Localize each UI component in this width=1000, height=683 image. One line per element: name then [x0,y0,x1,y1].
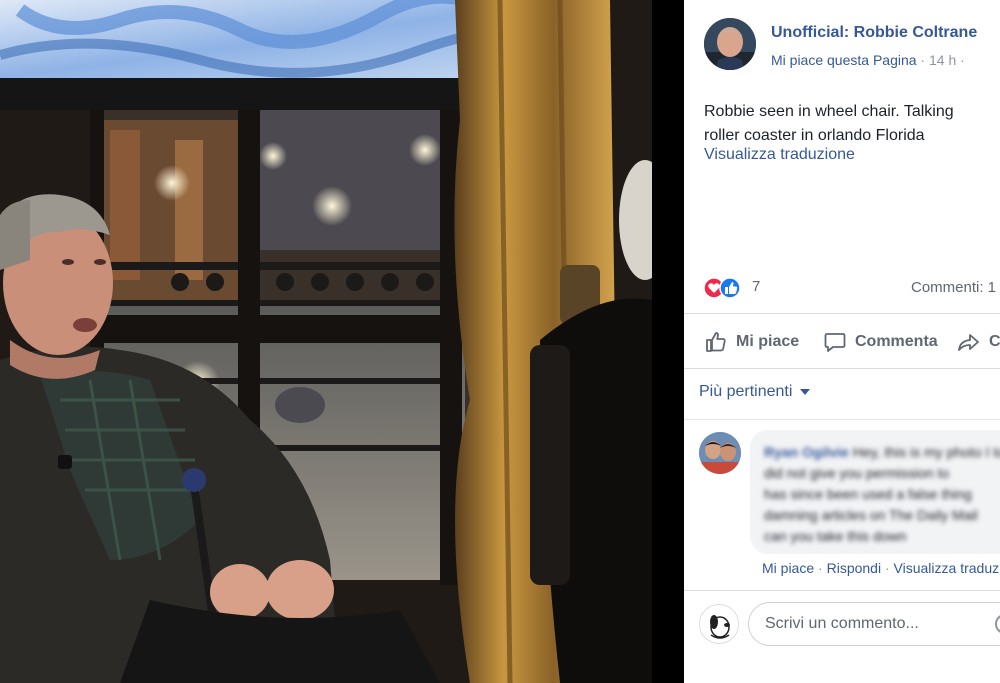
post-timestamp[interactable]: 14 h [929,52,956,68]
divider [684,368,1000,369]
comment-input[interactable]: Scrivi un commento... [748,602,1000,646]
comment-text: Ryan Ogilvie Hey, this is my photo I too… [764,444,1000,544]
post-actions: Mi piace Commenta Condividi [684,326,1000,358]
page-name-link[interactable]: Unofficial: Robbie Coltrane [771,24,977,42]
comment-action-separator: · [814,560,827,576]
like-page-link[interactable]: Mi piace questa Pagina [771,52,917,68]
reaction-count: 7 [752,278,761,295]
photo-side-gap [652,0,684,683]
comment-button[interactable]: Commenta [823,326,938,358]
like-button-label: Mi piace [736,333,800,350]
share-arrow-icon [958,334,979,351]
share-button-label: Condividi [989,333,1000,350]
meta-suffix: · [956,52,965,68]
speech-bubble-icon [824,333,846,352]
like-icon [719,277,741,299]
comment-sort-label: Più pertinenti [699,383,793,400]
comment-translation-link[interactable]: Visualizza traduzione [894,560,1000,576]
commenter-avatar-image [699,432,741,474]
post-photo[interactable] [0,0,652,683]
comment-action-separator: · [881,560,894,576]
divider [684,590,1000,591]
comment-like-link[interactable]: Mi piace [762,560,814,576]
thumbs-up-icon [706,332,726,352]
see-translation-link[interactable]: Visualizza traduzione [704,146,855,164]
post-text: Robbie seen in wheel chair. Talking roll… [704,100,1000,148]
photo-viewer: Unofficial: Robbie Coltrane Mi piace que… [0,0,1000,683]
comment-button-label: Commenta [855,333,938,350]
page-avatar-image [704,18,756,70]
page-avatar[interactable] [704,18,756,70]
emoji-icon[interactable] [995,614,1000,634]
meta-separator: · [916,52,929,68]
current-user-avatar [699,604,739,644]
like-button[interactable]: Mi piace [704,326,799,358]
share-button[interactable]: Condividi [957,326,1000,358]
comment-actions: Mi piace · Rispondi · Visualizza traduzi… [762,560,1000,576]
comment-author[interactable]: Ryan Ogilvie [764,444,849,460]
divider [684,419,1000,420]
post-header: Unofficial: Robbie Coltrane Mi piace que… [704,18,1000,78]
divider [684,313,1000,314]
post-text-line: Robbie seen in wheel chair. Talking [704,103,954,120]
snoopy-avatar-image [700,605,738,643]
comment-bubble: Ryan Ogilvie Hey, this is my photo I too… [750,430,1000,554]
photo-scene [0,0,652,683]
chevron-down-icon [800,389,811,395]
post-panel: Unofficial: Robbie Coltrane Mi piace que… [684,0,1000,683]
post-meta: Mi piace questa Pagina · 14 h · [771,52,965,68]
comment-input-placeholder: Scrivi un commento... [765,615,919,632]
commenter-avatar[interactable] [699,432,741,474]
comment-reply-link[interactable]: Rispondi [827,560,881,576]
reaction-icons [703,276,748,300]
comment-sort-dropdown[interactable]: Più pertinenti [699,383,811,401]
post-text-line: roller coaster in orlando Florida [704,127,925,144]
comments-count-link[interactable]: Commenti: 1 [911,279,996,296]
